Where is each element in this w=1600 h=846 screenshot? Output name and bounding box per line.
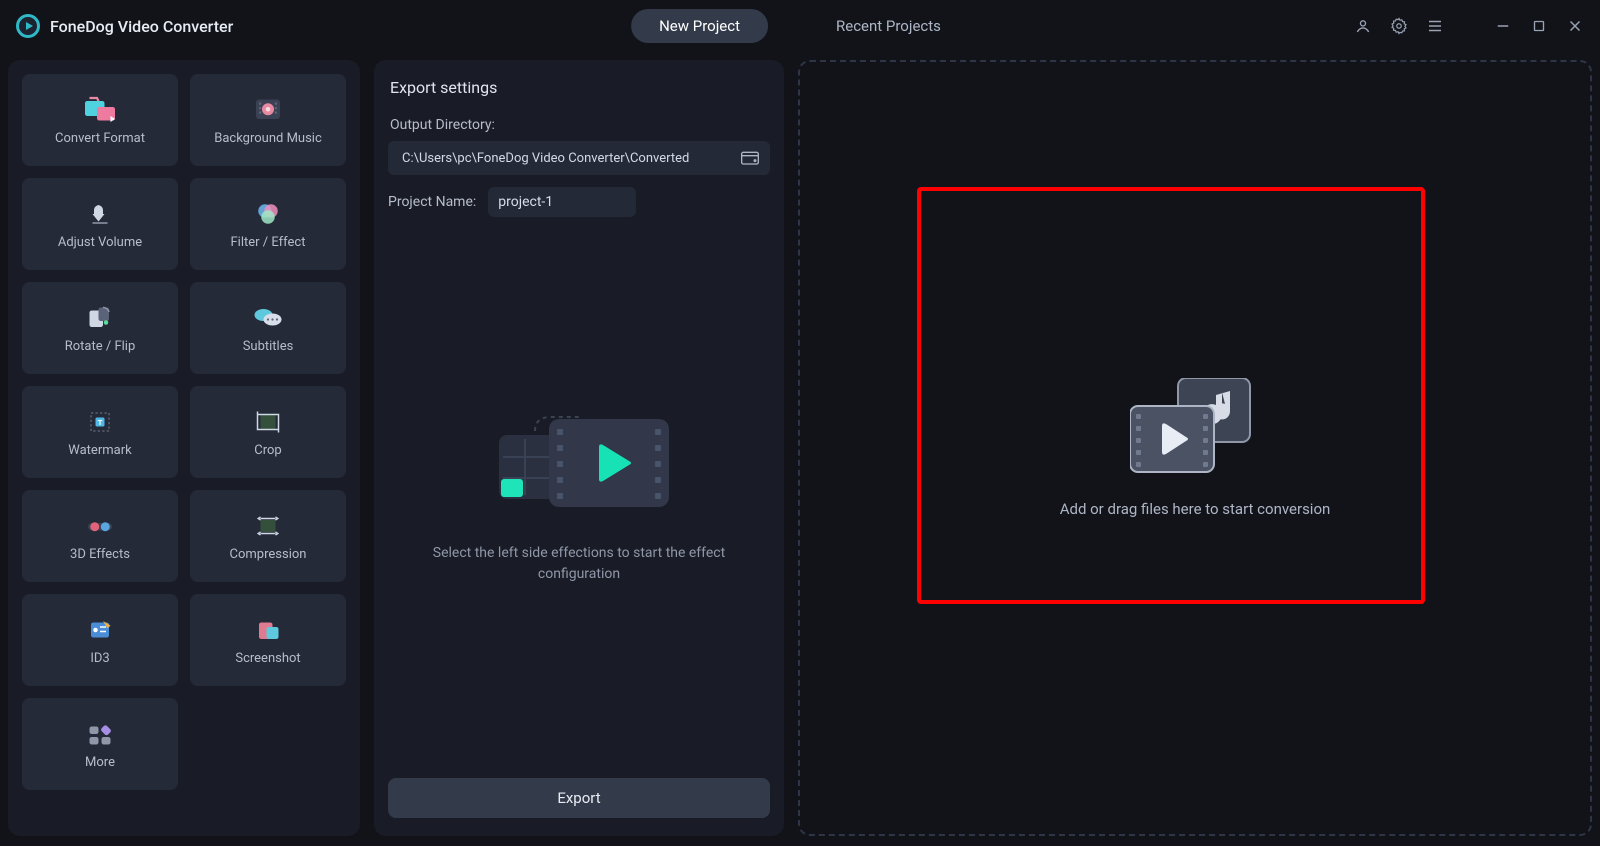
- export-settings-panel: Export settings Output Directory: C:\Use…: [374, 60, 784, 836]
- tool-label: Subtitles: [243, 339, 294, 354]
- tab-new-project[interactable]: New Project: [631, 9, 768, 43]
- main-content: Convert Format Background Music Adjust Vol…: [0, 52, 1600, 846]
- account-icon[interactable]: [1354, 17, 1372, 35]
- screenshot-icon: [248, 615, 288, 645]
- main-tabs: New Project Recent Projects: [631, 9, 969, 43]
- tool-label: Background Music: [214, 131, 322, 146]
- export-button[interactable]: Export: [388, 778, 770, 818]
- tool-label: Watermark: [68, 443, 131, 458]
- tool-background-music[interactable]: Background Music: [190, 74, 346, 166]
- close-icon[interactable]: [1566, 17, 1584, 35]
- title-bar-actions: [1354, 17, 1584, 35]
- drop-zone-text: Add or drag files here to start conversi…: [1060, 500, 1331, 518]
- drop-zone[interactable]: Add or drag files here to start conversi…: [798, 60, 1592, 836]
- export-helper-text: Select the left side effections to start…: [419, 543, 739, 584]
- tool-3d-effects[interactable]: 3D Effects: [22, 490, 178, 582]
- tab-label: Recent Projects: [836, 17, 941, 35]
- project-name-label: Project Name:: [388, 194, 476, 210]
- tool-rotate-flip[interactable]: Rotate / Flip: [22, 282, 178, 374]
- subtitles-icon: [248, 303, 288, 333]
- export-illustration-area: Select the left side effections to start…: [388, 217, 770, 778]
- background-music-icon: [248, 95, 288, 125]
- export-title: Export settings: [388, 78, 770, 97]
- browse-folder-icon[interactable]: [740, 149, 760, 167]
- output-directory-value: C:\Users\pc\FoneDog Video Converter\Conv…: [402, 151, 689, 166]
- drop-illustration-icon: [1130, 378, 1260, 478]
- project-name-row: Project Name: project-1: [388, 187, 770, 217]
- project-name-value: project-1: [498, 194, 553, 210]
- app-logo-icon: [16, 14, 40, 38]
- title-bar: FoneDog Video Converter New Project Rece…: [0, 0, 1600, 52]
- minimize-icon[interactable]: [1494, 17, 1512, 35]
- crop-icon: [248, 407, 288, 437]
- tab-label: New Project: [659, 17, 740, 35]
- tool-filter-effect[interactable]: Filter / Effect: [190, 178, 346, 270]
- tool-label: Filter / Effect: [231, 235, 306, 250]
- tool-label: 3D Effects: [70, 547, 130, 562]
- output-directory-label: Output Directory:: [390, 117, 770, 133]
- id3-icon: [80, 615, 120, 645]
- tool-crop[interactable]: Crop: [190, 386, 346, 478]
- output-directory-field[interactable]: C:\Users\pc\FoneDog Video Converter\Conv…: [388, 141, 770, 175]
- tool-convert-format[interactable]: Convert Format: [22, 74, 178, 166]
- tool-more[interactable]: More: [22, 698, 178, 790]
- svg-text:T: T: [98, 418, 103, 427]
- maximize-icon[interactable]: [1530, 17, 1548, 35]
- tools-grid: Convert Format Background Music Adjust Vol…: [22, 74, 346, 790]
- tool-watermark[interactable]: T Watermark: [22, 386, 178, 478]
- watermark-icon: T: [80, 407, 120, 437]
- convert-format-icon: [80, 95, 120, 125]
- tool-label: Convert Format: [55, 131, 145, 146]
- drop-zone-inner: Add or drag files here to start conversi…: [1060, 378, 1331, 518]
- tool-label: Rotate / Flip: [65, 339, 136, 354]
- tool-id3[interactable]: ID3: [22, 594, 178, 686]
- app-brand: FoneDog Video Converter: [16, 14, 233, 38]
- more-icon: [80, 719, 120, 749]
- tool-compression[interactable]: Compression: [190, 490, 346, 582]
- filter-effect-icon: [248, 199, 288, 229]
- tool-label: ID3: [90, 651, 109, 666]
- project-name-input[interactable]: project-1: [488, 187, 636, 217]
- tool-label: More: [85, 755, 115, 770]
- 3d-effects-icon: [80, 511, 120, 541]
- tool-subtitles[interactable]: Subtitles: [190, 282, 346, 374]
- export-button-label: Export: [557, 789, 600, 807]
- rotate-flip-icon: [80, 303, 120, 333]
- menu-icon[interactable]: [1426, 17, 1444, 35]
- tool-label: Compression: [230, 547, 307, 562]
- compression-icon: [248, 511, 288, 541]
- app-title: FoneDog Video Converter: [50, 17, 233, 36]
- tool-label: Screenshot: [235, 651, 300, 666]
- adjust-volume-icon: [80, 199, 120, 229]
- tool-label: Adjust Volume: [58, 235, 142, 250]
- effect-illustration-icon: [479, 411, 679, 523]
- tools-panel: Convert Format Background Music Adjust Vol…: [8, 60, 360, 836]
- settings-gear-icon[interactable]: [1390, 17, 1408, 35]
- tool-screenshot[interactable]: Screenshot: [190, 594, 346, 686]
- tool-label: Crop: [254, 443, 281, 458]
- tool-adjust-volume[interactable]: Adjust Volume: [22, 178, 178, 270]
- tab-recent-projects[interactable]: Recent Projects: [808, 9, 969, 43]
